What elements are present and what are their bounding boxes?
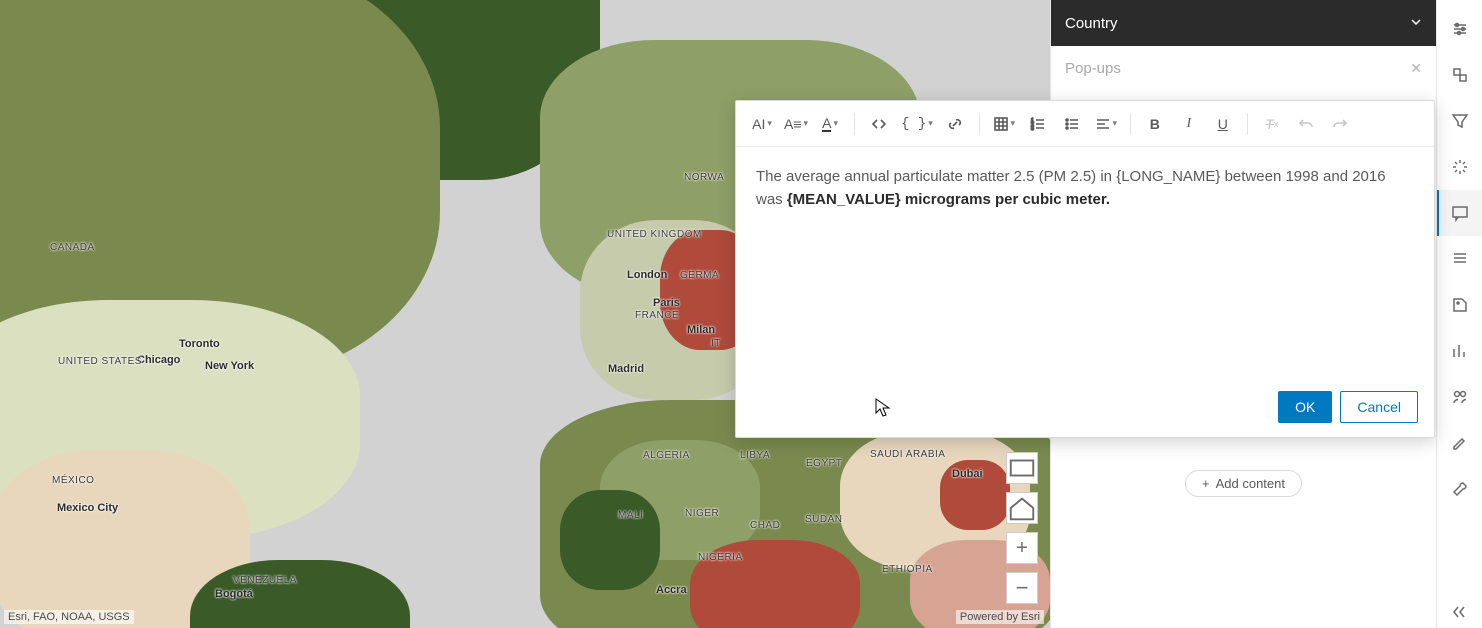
effects-icon[interactable]: [1437, 144, 1482, 190]
label-chicago: Chicago: [137, 354, 180, 366]
label-saudi: SAUDI ARABIA: [870, 450, 945, 461]
undo-icon[interactable]: [1290, 108, 1322, 140]
label-mexico: MÉXICO: [52, 475, 94, 486]
panel-title: Country: [1065, 15, 1118, 32]
label-mali: MALI: [618, 510, 643, 521]
styles-icon[interactable]: [1437, 52, 1482, 98]
label-us: UNITED STATES: [58, 356, 142, 367]
panel-subheader: Pop-ups ✕: [1051, 46, 1436, 90]
fields-insert-button[interactable]: { }▾: [897, 108, 937, 140]
label-germany: GERMA: [680, 270, 719, 281]
properties-icon[interactable]: [1437, 6, 1482, 52]
zoom-out-button[interactable]: −: [1006, 572, 1038, 604]
panel-subtitle: Pop-ups: [1065, 60, 1121, 77]
label-it: IT: [711, 338, 721, 349]
edit-icon[interactable]: [1437, 420, 1482, 466]
label-ethiopia: ETHIOPIA: [882, 564, 933, 575]
label-egypt: EGYPT: [806, 458, 842, 469]
bold-button[interactable]: B: [1139, 108, 1171, 140]
label-dubai: Dubai: [952, 468, 983, 480]
table-icon[interactable]: ▾: [988, 108, 1020, 140]
panel-header[interactable]: Country: [1051, 0, 1436, 46]
underline-button[interactable]: U: [1207, 108, 1239, 140]
size-label: A≡: [784, 116, 802, 132]
text-field-meanvalue: {MEAN_VALUE}: [787, 191, 901, 208]
label-madrid: Madrid: [608, 363, 644, 375]
label-newyork: New York: [205, 360, 254, 372]
label-paris: Paris: [653, 297, 680, 309]
clear-format-icon[interactable]: Tx: [1256, 108, 1288, 140]
fields-icon[interactable]: [1437, 236, 1482, 282]
label-france: FRANCE: [635, 310, 679, 321]
label-chad: CHAD: [750, 520, 780, 531]
ok-button[interactable]: OK: [1278, 391, 1332, 423]
charts-icon[interactable]: [1437, 328, 1482, 374]
redo-icon[interactable]: [1324, 108, 1356, 140]
link-icon[interactable]: [939, 108, 971, 140]
label-bogota: Bogotá: [215, 588, 253, 600]
map-powered: Powered by Esri: [956, 610, 1044, 624]
cancel-label: Cancel: [1357, 399, 1401, 415]
land-wafrica: [560, 490, 660, 590]
plus-icon: +: [1202, 476, 1210, 491]
popups-icon[interactable]: [1437, 190, 1482, 236]
home-button[interactable]: [1006, 492, 1038, 524]
label-algeria: ALGERIA: [643, 450, 690, 461]
svg-text:3: 3: [1031, 126, 1034, 132]
label-toronto: Toronto: [179, 338, 220, 350]
label-norway: NORWA: [684, 172, 724, 183]
font-label: AI: [752, 116, 765, 132]
align-icon[interactable]: ▾: [1090, 108, 1122, 140]
label-uk: UNITED KINGDOM: [607, 230, 702, 241]
sharing-icon[interactable]: [1437, 374, 1482, 420]
map-credits: Esri, FAO, NOAA, USGS: [4, 610, 134, 624]
text-field-longname: {LONG_NAME}: [1116, 168, 1220, 185]
add-content-label: Add content: [1216, 476, 1285, 491]
chevron-down-icon: [1410, 15, 1422, 32]
label-nigeria: NIGERIA: [698, 552, 743, 563]
label-niger: NIGER: [685, 508, 719, 519]
add-content-button[interactable]: + Add content: [1185, 470, 1302, 497]
right-tool-rail: [1436, 0, 1482, 628]
close-icon[interactable]: ✕: [1410, 60, 1422, 77]
font-family-button[interactable]: AI▾: [746, 108, 778, 140]
text-suffix: micrograms per cubic meter.: [901, 191, 1110, 208]
tools-icon[interactable]: [1437, 466, 1482, 512]
font-size-button[interactable]: A≡▾: [780, 108, 812, 140]
label-london: London: [627, 269, 667, 281]
numbered-list-icon[interactable]: 123: [1022, 108, 1054, 140]
font-color-button[interactable]: A▾: [814, 108, 846, 140]
cancel-button[interactable]: Cancel: [1340, 391, 1418, 423]
label-accra: Accra: [656, 584, 687, 596]
label-milan: Milan: [687, 324, 715, 336]
zoom-in-button[interactable]: +: [1006, 532, 1038, 564]
label-venezuela: VENEZUELA: [233, 575, 297, 586]
source-icon[interactable]: [863, 108, 895, 140]
bullet-list-icon[interactable]: [1056, 108, 1088, 140]
text-editor-dialog: AI▾ A≡▾ A▾ { }▾ ▾ 123 ▾ B I U Tx The ave…: [735, 100, 1435, 438]
text-prefix: The average annual particulate matter 2.…: [756, 168, 1116, 185]
label-canada: CANADA: [50, 242, 95, 253]
label-libya: LIBYA: [740, 450, 770, 461]
labels-icon[interactable]: [1437, 282, 1482, 328]
ok-label: OK: [1295, 399, 1315, 415]
editor-textbody[interactable]: The average annual particulate matter 2.…: [736, 147, 1434, 377]
color-label: A: [822, 116, 831, 132]
filter-icon[interactable]: [1437, 98, 1482, 144]
collapse-rail-icon[interactable]: [1437, 596, 1482, 628]
italic-button[interactable]: I: [1173, 108, 1205, 140]
label-sudan: SUDAN: [805, 514, 843, 525]
basemap-button[interactable]: [1006, 452, 1038, 484]
editor-toolbar: AI▾ A≡▾ A▾ { }▾ ▾ 123 ▾ B I U Tx: [736, 101, 1434, 147]
label-mexcity: Mexico City: [57, 502, 118, 514]
